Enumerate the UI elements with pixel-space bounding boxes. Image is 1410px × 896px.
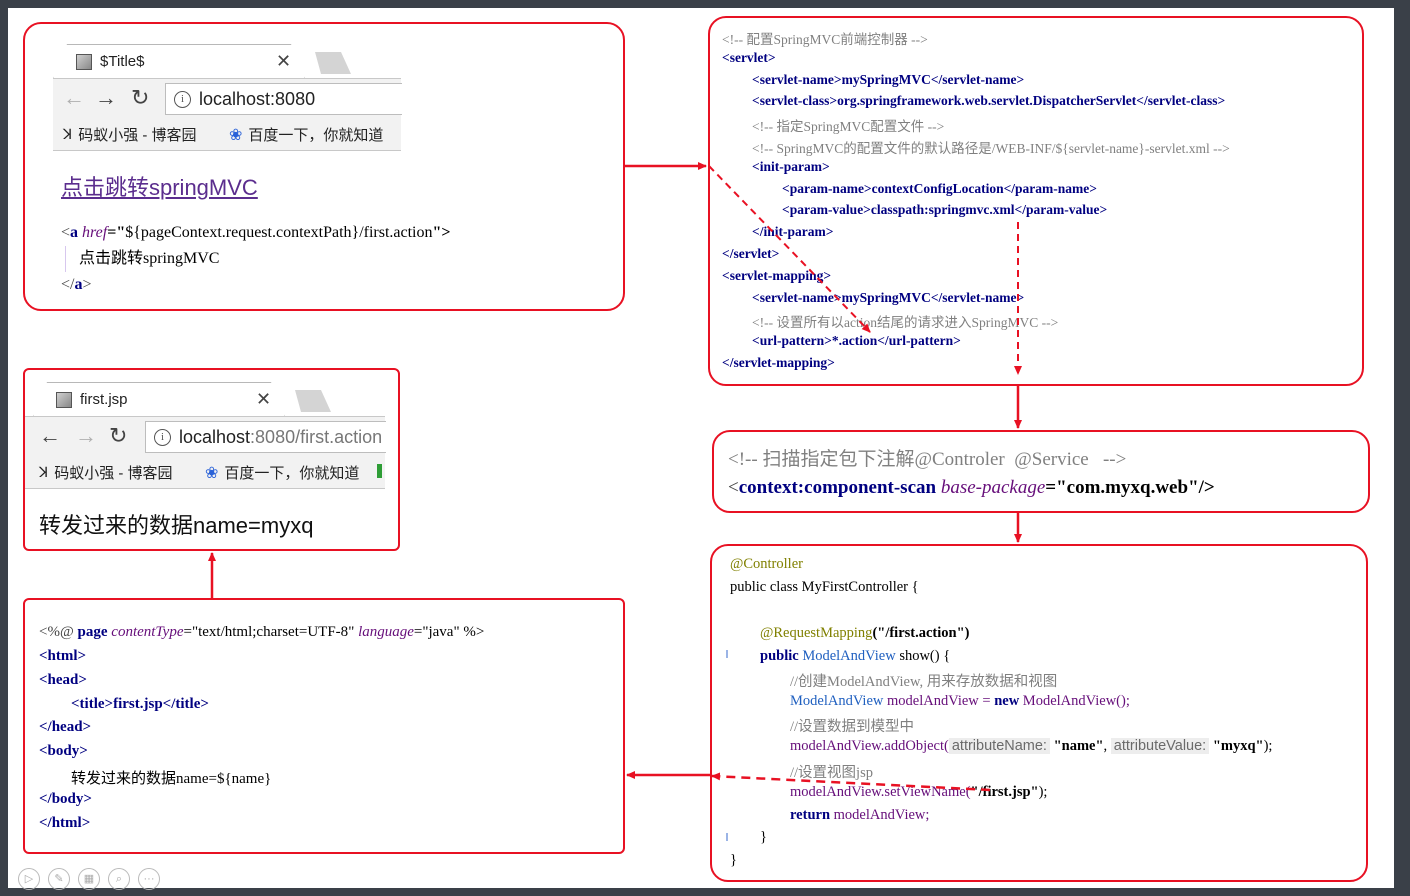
return-statement: return modelAndView; <box>790 807 930 823</box>
jsp-line: </body> <box>39 790 92 807</box>
scan-element: <context:component-scan base-package="co… <box>728 477 1215 498</box>
bookmark-folder-icon <box>377 464 382 478</box>
nav-bar: ← → ↻ i localhost:8080/first.action <box>25 416 386 455</box>
xml-line: <servlet-mapping> <box>722 267 832 283</box>
request-mapping: @RequestMapping("/first.action") <box>760 625 970 641</box>
bookmark-item[interactable]: ❀ 百度一下，你就知道 <box>229 124 383 145</box>
xml-line: <!-- 指定SpringMVC配置文件 --> <box>752 119 945 135</box>
jsp-line: 转发过来的数据name=${name} <box>71 771 272 787</box>
browser-mockup: $Title$ ✕ ← → ↻ i localhost:8080 ꓘ 码蚁小强 - … <box>53 44 403 151</box>
tab-title: first.jsp <box>80 391 128 408</box>
url-host: localhost <box>179 426 251 447</box>
xml-line: <param-name>contextConfigLocation</param… <box>782 180 1097 196</box>
bookmark-label: 码蚁小强 - 博客园 <box>54 465 173 482</box>
xml-line: <servlet-name>mySpringMVC</servlet-name> <box>752 71 1025 87</box>
xml-line: <!-- 配置SpringMVC前端控制器 --> <box>722 32 928 47</box>
close-tab-icon[interactable]: ✕ <box>256 389 271 410</box>
code-comment: //设置数据到模型中 <box>790 719 915 735</box>
tab-title: $Title$ <box>100 53 145 70</box>
jsp-line: <title>first.jsp</title> <box>71 695 209 712</box>
bookmark-label: 百度一下，你就知道 <box>248 127 384 144</box>
xml-line: <!-- SpringMVC的配置文件的默认路径是/WEB-INF/${serv… <box>752 141 1230 156</box>
url-host: localhost:8080 <box>199 88 316 109</box>
xml-line: <init-param> <box>752 158 830 174</box>
xml-line: <servlet-class>org.springframework.web.s… <box>752 93 1226 109</box>
forward-arrow-icon[interactable]: → <box>75 423 97 449</box>
scan-comment: <!-- 扫描指定包下注解@Controler @Service --> <box>728 449 1127 470</box>
cnblogs-icon: ꓘ <box>63 126 73 142</box>
bookmark-item[interactable]: ꓘ 码蚁小强 - 博客园 <box>39 462 173 483</box>
xml-line: </init-param> <box>752 224 834 240</box>
nav-bar: ← → ↻ i localhost:8080 <box>53 78 402 117</box>
reload-icon[interactable]: ↻ <box>109 423 127 449</box>
more-icon[interactable]: ··· <box>138 868 160 890</box>
class-declaration: public class MyFirstController { <box>730 579 919 595</box>
page-favicon-icon <box>56 392 72 408</box>
bookmark-item[interactable]: ꓘ 码蚁小强 - 博客园 <box>63 124 197 145</box>
add-object-call: modelAndView.addObject(attributeName: "n… <box>790 738 1273 754</box>
class-close-brace: } <box>730 852 737 868</box>
bookmark-label: 百度一下，你就知道 <box>224 465 360 482</box>
page-content-text: 转发过来的数据name=myxq <box>39 513 314 538</box>
controller-box: @Controller public class MyFirstControll… <box>710 544 1368 882</box>
bookmarks-bar: ꓘ 码蚁小强 - 博客园 ❀ 百度一下，你就知道 <box>53 116 401 151</box>
browser-mockup: first.jsp ✕ ← → ↻ i localhost:8080/first.… <box>25 382 386 489</box>
address-bar[interactable]: i localhost:8080 <box>165 83 402 115</box>
back-arrow-icon[interactable]: ← <box>39 423 61 449</box>
jsp-source-box: <%@ page contentType="text/html;charset=… <box>23 598 625 854</box>
xml-line: <!-- 设置所有以action结尾的请求进入SpringMVC --> <box>752 315 1059 331</box>
xml-line: </servlet-mapping> <box>722 355 835 370</box>
jsp-line: <html> <box>39 648 87 664</box>
jsp-line: </html> <box>39 814 91 831</box>
info-icon: i <box>154 428 171 446</box>
browser-tab[interactable]: $Title$ ✕ <box>53 44 305 79</box>
play-icon[interactable]: ▷ <box>18 868 40 890</box>
back-arrow-icon[interactable]: ← <box>63 85 85 111</box>
new-tab-button[interactable] <box>309 52 351 74</box>
bookmark-label: 码蚁小强 - 博客园 <box>78 127 197 144</box>
cnblogs-icon: ꓘ <box>39 464 49 480</box>
controller-annotation: @Controller <box>730 556 803 572</box>
result-page-box: first.jsp ✕ ← → ↻ i localhost:8080/first.… <box>23 368 400 551</box>
new-model-and-view: ModelAndView modelAndView = new ModelAnd… <box>790 693 1130 709</box>
xml-line: <url-pattern>*.action</url-pattern> <box>752 333 961 349</box>
code-comment: //创建ModelAndView, 用来存放数据和视图 <box>790 674 1058 690</box>
forward-arrow-icon[interactable]: → <box>95 85 117 111</box>
xml-line: <servlet-name>mySpringMVC</servlet-name> <box>752 289 1025 305</box>
xml-line: <param-value>classpath:springmvc.xml</pa… <box>782 202 1108 218</box>
bookmarks-bar: ꓘ 码蚁小强 - 博客园 ❀ 百度一下，你就知道 <box>25 454 385 489</box>
info-icon: i <box>174 90 191 108</box>
slide-toolbar: ▷ ✎ ▦ ⌕ ··· <box>18 868 160 890</box>
bookmark-item[interactable]: ❀ 百度一下，你就知道 <box>205 462 359 483</box>
browser-tab[interactable]: first.jsp ✕ <box>33 382 285 417</box>
baidu-paw-icon: ❀ <box>205 464 219 482</box>
xml-line: </servlet> <box>722 246 780 261</box>
jsp-line: <head> <box>39 671 87 688</box>
url-path: :8080/first.action <box>250 426 383 447</box>
method-close-brace: } <box>760 829 767 845</box>
jsp-line: <body> <box>39 743 88 760</box>
component-scan-box: <!-- 扫描指定包下注解@Controler @Service --> <co… <box>712 430 1370 513</box>
jump-link[interactable]: 点击跳转springMVC <box>61 170 258 202</box>
set-view-name-call: modelAndView.setViewName("/first.jsp"); <box>790 784 1048 800</box>
close-tab-icon[interactable]: ✕ <box>276 51 291 72</box>
method-signature: public ModelAndView show() { <box>760 648 951 664</box>
page-directive: <%@ page contentType="text/html;charset=… <box>39 624 485 640</box>
anchor-code: <a href="${pageContext.request.contextPa… <box>61 224 451 293</box>
code-comment: //设置视图jsp <box>790 765 873 781</box>
xml-line: <servlet> <box>722 49 776 65</box>
jsp-line: </head> <box>39 719 92 736</box>
page-favicon-icon <box>76 54 92 70</box>
web-xml-box: <!-- 配置SpringMVC前端控制器 --> <servlet> <servl… <box>708 16 1364 386</box>
baidu-paw-icon: ❀ <box>229 126 243 144</box>
pen-icon[interactable]: ✎ <box>48 868 70 890</box>
slides-icon[interactable]: ▦ <box>78 868 100 890</box>
zoom-icon[interactable]: ⌕ <box>108 868 130 890</box>
address-bar[interactable]: i localhost:8080/first.action <box>145 421 386 453</box>
reload-icon[interactable]: ↻ <box>131 85 149 111</box>
index-page-box: $Title$ ✕ ← → ↻ i localhost:8080 ꓘ 码蚁小强 - … <box>23 22 625 311</box>
new-tab-button[interactable] <box>289 390 331 412</box>
